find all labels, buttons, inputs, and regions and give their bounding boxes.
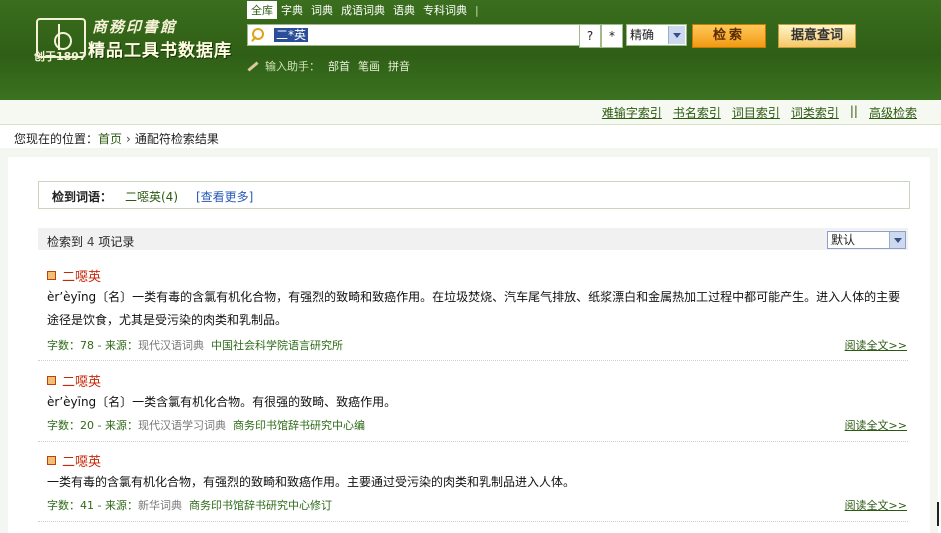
result-divider: [38, 360, 908, 361]
result-meta-prefix: 字数：78 - 来源：: [47, 339, 138, 352]
result-count: 4: [86, 235, 95, 249]
result-definition: èr’èyīng〔名〕一类有毒的含氯有机化合物，有强烈的致畸和致癌作用。在垃圾焚…: [47, 290, 901, 327]
index-link-hard-chars[interactable]: 难输字索引: [602, 104, 662, 121]
breadcrumb-current: 通配符检索结果: [134, 132, 219, 146]
result-divider: [38, 521, 908, 522]
result-meta-prefix: 字数：20 - 来源：: [47, 419, 138, 432]
result-meta: 字数：78 - 来源：现代汉语词典 中国社会科学院语言研究所: [47, 337, 343, 353]
site-logo[interactable]: 创于1897 商務印書館 精品工具书数据库: [28, 8, 248, 92]
result-source: 现代汉语词典: [137, 339, 204, 352]
results-header: 检索到 4 项记录 默认: [38, 228, 908, 250]
wildcard-multi-button[interactable]: *: [601, 24, 623, 48]
result-definition: 一类有毒的含氯有机化合物，有强烈的致畸和致癌作用。主要通过受污染的肉类和乳制品进…: [47, 475, 576, 489]
result-source: 现代汉语学习词典: [137, 419, 226, 432]
tab-chengyu[interactable]: 成语词典: [337, 1, 389, 19]
result-meta: 字数：41 - 来源：新华词典 商务印书馆辞书研究中心修订: [47, 497, 332, 513]
result-count-suffix: 项记录: [98, 235, 135, 249]
tab-yudian[interactable]: 语典: [389, 1, 419, 19]
helper-pinyin[interactable]: 拼音: [388, 58, 410, 74]
library-tabs: 全库 字典 词典 成语词典 语典 专科词典 |: [247, 1, 483, 19]
result-count-text: 检索到 4 项记录: [47, 233, 134, 250]
breadcrumb: 您现在的位置：首页 › 通配符检索结果: [14, 130, 219, 147]
text-cursor: [937, 502, 939, 526]
breadcrumb-home[interactable]: 首页: [98, 132, 122, 146]
breadcrumb-chevron-icon: ›: [126, 132, 131, 146]
tab-zhuanke[interactable]: 专科词典: [419, 1, 471, 19]
nav-separator: |: [475, 3, 479, 17]
result-headword[interactable]: 二噁英: [62, 451, 101, 470]
square-bullet-icon: [47, 456, 56, 465]
logo-established: 创于1897: [34, 50, 87, 63]
tab-all[interactable]: 全库: [247, 1, 277, 19]
result-headword[interactable]: 二噁英: [62, 371, 101, 390]
search-button[interactable]: 检索: [692, 24, 766, 48]
found-term-link[interactable]: 二噁英(4): [125, 188, 178, 205]
match-mode-value: 精确: [630, 28, 655, 42]
result-count-prefix: 检索到: [47, 235, 84, 249]
index-link-word-classes[interactable]: 词类索引: [791, 104, 839, 121]
header-banner: 创于1897 商務印書館 精品工具书数据库 全库 字典 词典 成语词典 语典 专…: [0, 0, 941, 100]
logo-database-name: 精品工具书数据库: [88, 41, 232, 61]
result-definition: èr’èyīng〔名〕一类含氯有机化合物。有很强的致畸、致癌作用。: [47, 395, 397, 409]
helper-stroke[interactable]: 笔画: [358, 58, 380, 74]
read-more-link[interactable]: 阅读全文>>: [845, 497, 907, 513]
sort-value: 默认: [831, 233, 856, 247]
result-divider: [38, 441, 908, 442]
found-terms-label: 检到词语：: [52, 190, 113, 204]
search-box: 二*英: [247, 24, 581, 46]
found-terms-box: 检到词语： 二噁英(4) [查看更多]: [38, 181, 910, 209]
wildcard-single-button[interactable]: ?: [579, 24, 601, 48]
read-more-link[interactable]: 阅读全文>>: [845, 337, 907, 353]
read-more-link[interactable]: 阅读全文>>: [845, 417, 907, 433]
result-source: 新华词典: [137, 499, 182, 512]
result-publisher: 商务印书馆辞书研究中心编: [232, 419, 365, 432]
search-icon: [248, 25, 268, 45]
chevron-down-icon: [889, 232, 905, 248]
sort-select[interactable]: 默认: [827, 231, 906, 249]
index-bar: 难输字索引 书名索引 词目索引 词类索引 || 高级检索: [0, 100, 941, 125]
logo-publisher-name: 商務印書館: [92, 18, 178, 36]
result-publisher: 中国社会科学院语言研究所: [210, 339, 343, 352]
result-item: 二噁英 èr’èyīng〔名〕一类有毒的含氯有机化合物，有强烈的致畸和致癌作用。…: [47, 266, 907, 356]
advanced-search-link[interactable]: 高级检索: [869, 104, 917, 121]
result-item: 二噁英 一类有毒的含氯有机化合物，有强烈的致畸和致癌作用。主要通过受污染的肉类和…: [47, 451, 907, 521]
result-meta-prefix: 字数：41 - 来源：: [47, 499, 138, 512]
index-separator: ||: [849, 104, 858, 118]
pencil-icon: [247, 60, 259, 72]
result-publisher: 商务印书馆辞书研究中心修订: [188, 499, 332, 512]
result-item: 二噁英 èr’èyīng〔名〕一类含氯有机化合物。有很强的致畸、致癌作用。 字数…: [47, 371, 907, 441]
view-more-link[interactable]: [查看更多]: [196, 188, 253, 205]
square-bullet-icon: [47, 376, 56, 385]
input-helper: 输入助手： 部首 笔画 拼音: [247, 58, 410, 74]
search-input[interactable]: 二*英: [274, 28, 309, 42]
tab-cidian[interactable]: 词典: [307, 1, 337, 19]
tab-zidian[interactable]: 字典: [277, 1, 307, 19]
chevron-down-icon: [668, 26, 685, 44]
helper-radical[interactable]: 部首: [328, 58, 350, 74]
input-helper-label: 输入助手：: [265, 60, 320, 73]
index-link-book-names[interactable]: 书名索引: [673, 104, 721, 121]
index-link-entries[interactable]: 词目索引: [732, 104, 780, 121]
breadcrumb-prefix: 您现在的位置：: [14, 132, 99, 146]
match-mode-select[interactable]: 精确: [626, 24, 687, 46]
result-headword[interactable]: 二噁英: [62, 266, 101, 285]
square-bullet-icon: [47, 271, 56, 280]
result-meta: 字数：20 - 来源：现代汉语学习词典 商务印书馆辞书研究中心编: [47, 417, 365, 433]
reverse-lookup-button[interactable]: 据意查词: [778, 24, 856, 48]
